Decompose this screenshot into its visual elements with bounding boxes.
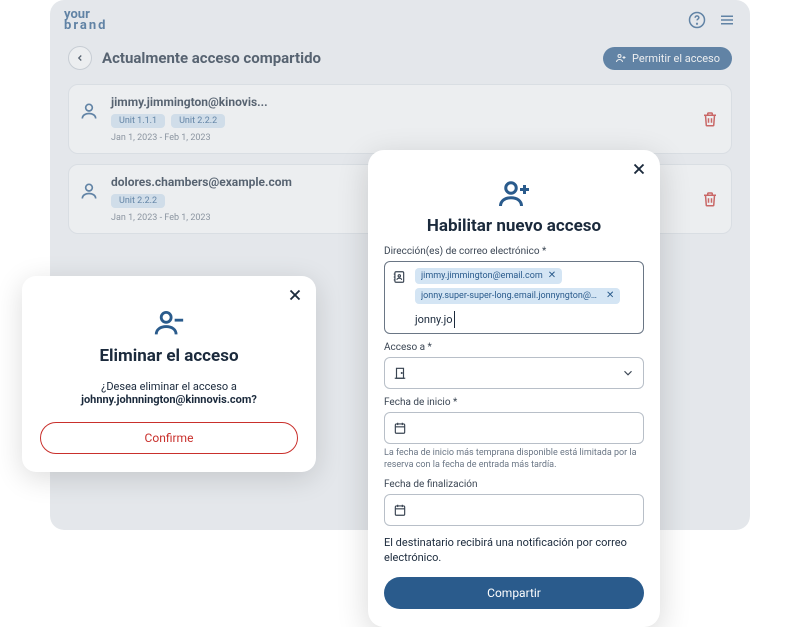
access-card-units: Unit 1.1.1 Unit 2.2.2	[111, 114, 689, 128]
door-icon	[393, 366, 407, 380]
permit-access-label: Permitir el acceso	[632, 52, 720, 65]
person-add-icon	[615, 52, 627, 64]
access-to-select[interactable]	[384, 357, 644, 389]
person-icon	[79, 181, 99, 201]
email-chip-text: jimmy.jimmington@email.com	[421, 271, 543, 281]
delete-dialog-email: johnny.johnnington@kinnovis.com?	[40, 393, 298, 406]
brand-logo: your brand	[64, 9, 107, 31]
access-card-dates: Jan 1, 2023 - Feb 1, 2023	[111, 133, 689, 143]
start-date-label: Fecha de inicio *	[384, 397, 644, 408]
help-icon[interactable]	[688, 11, 706, 29]
end-date-input[interactable]	[384, 494, 644, 526]
email-chip: jonny.super-super-long.email.jonnyngton@…	[415, 288, 620, 304]
chip-remove-button[interactable]: ✕	[548, 271, 556, 281]
address-book-icon	[392, 270, 406, 284]
brand-line2: brand	[64, 20, 107, 31]
email-input-box[interactable]: jimmy.jimmington@email.com ✕ jonny.super…	[384, 261, 644, 334]
unit-tag: Unit 2.2.2	[171, 114, 225, 128]
delete-access-dialog: Eliminar el acceso ¿Desea eliminar el ac…	[22, 276, 316, 472]
share-button[interactable]: Compartir	[384, 577, 644, 609]
permit-access-button[interactable]: Permitir el acceso	[603, 47, 732, 70]
delete-access-button[interactable]	[701, 190, 719, 208]
unit-tag: Unit 1.1.1	[111, 114, 165, 128]
title-left: Actualmente acceso compartido	[68, 46, 321, 70]
title-row: Actualmente acceso compartido Permitir e…	[50, 40, 750, 84]
access-to-label: Acceso a *	[384, 342, 644, 353]
confirm-delete-button[interactable]: Confirme	[40, 422, 298, 454]
trash-icon	[701, 190, 719, 208]
delete-access-button[interactable]	[701, 110, 719, 128]
end-date-label: Fecha de finalización	[384, 479, 644, 490]
calendar-icon	[393, 503, 407, 517]
recipient-note: El destinatario recibirá una notificació…	[384, 536, 644, 565]
page-title: Actualmente acceso compartido	[102, 49, 321, 67]
back-button[interactable]	[68, 46, 92, 70]
unit-tag: Unit 2.2.2	[111, 194, 165, 208]
close-button[interactable]	[286, 286, 304, 304]
close-icon	[286, 286, 304, 304]
email-chip-row: jimmy.jimmington@email.com ✕ jonny.super…	[415, 268, 637, 304]
chip-remove-button[interactable]: ✕	[606, 291, 614, 301]
email-chip: jimmy.jimmington@email.com ✕	[415, 268, 562, 284]
header-actions	[688, 11, 736, 29]
start-date-input[interactable]	[384, 412, 644, 444]
enable-access-dialog: Habilitar nuevo acceso Dirección(es) de …	[368, 150, 660, 627]
person-add-icon	[496, 176, 532, 212]
email-text-input[interactable]: jonny.jo	[415, 311, 455, 328]
calendar-icon	[393, 421, 407, 435]
email-field-label: Dirección(es) de correo electrónico *	[384, 246, 644, 257]
app-header: your brand	[50, 0, 750, 40]
person-icon	[79, 101, 99, 121]
delete-dialog-question: ¿Desea eliminar el acceso a	[40, 380, 298, 393]
access-card: jimmy.jimmington@kinovis... Unit 1.1.1 U…	[68, 84, 732, 154]
start-date-helper: La fecha de inicio más temprana disponib…	[384, 448, 644, 471]
trash-icon	[701, 110, 719, 128]
access-card-email: jimmy.jimmington@kinovis...	[111, 95, 689, 109]
enable-dialog-title: Habilitar nuevo acceso	[384, 216, 644, 236]
menu-icon[interactable]	[718, 11, 736, 29]
email-chip-text: jonny.super-super-long.email.jonnyngton@…	[421, 291, 601, 301]
person-remove-icon	[152, 306, 186, 340]
delete-dialog-title: Eliminar el acceso	[40, 346, 298, 366]
close-button[interactable]	[630, 160, 648, 178]
chevron-down-icon	[621, 366, 635, 380]
close-icon	[630, 160, 648, 178]
